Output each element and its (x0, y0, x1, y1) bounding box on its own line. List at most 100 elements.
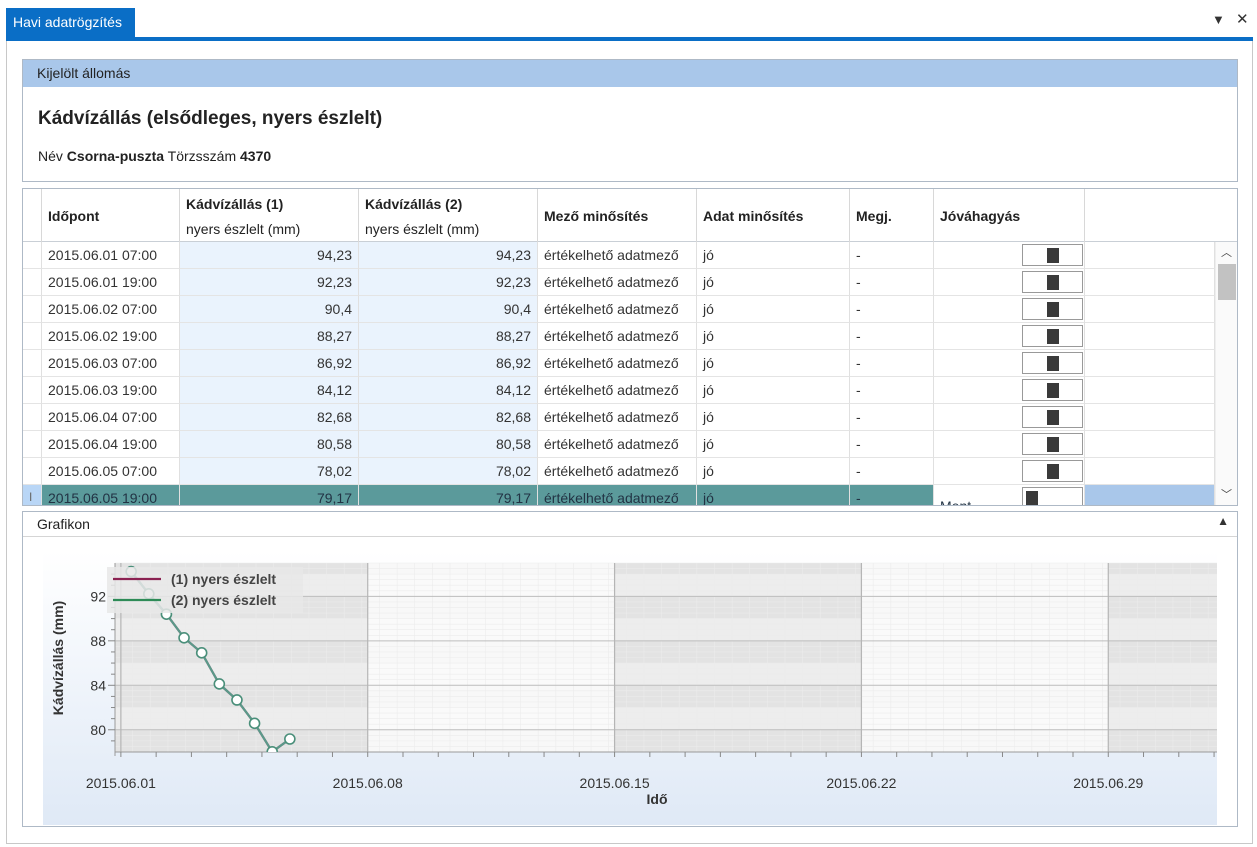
cell-time[interactable]: 2015.06.05 19:00 (42, 485, 180, 505)
cell-note[interactable]: - (850, 431, 934, 458)
cell-time[interactable]: 2015.06.01 07:00 (42, 242, 180, 269)
approve-toggle[interactable] (1022, 298, 1083, 320)
approve-toggle[interactable] (1022, 379, 1083, 401)
cell-k1[interactable]: 78,02 (180, 458, 359, 485)
approve-toggle[interactable] (1022, 433, 1083, 455)
cell-k1[interactable]: 79,17 (180, 485, 359, 505)
cell-k1[interactable]: 90,4 (180, 296, 359, 323)
cell-k2[interactable]: 88,27 (359, 323, 538, 350)
cell-time[interactable]: 2015.06.03 19:00 (42, 377, 180, 404)
cell-approve[interactable] (934, 323, 1085, 350)
scroll-thumb[interactable] (1218, 264, 1236, 300)
table-row[interactable]: 2015.06.01 19:00 92,23 92,23 értékelhető ad… (23, 269, 1215, 296)
cell-k2[interactable]: 92,23 (359, 269, 538, 296)
cell-data-quality[interactable]: jó (697, 323, 850, 350)
cell-field-quality[interactable]: értékelhető adatmező (538, 242, 697, 269)
table-row[interactable]: 2015.06.03 19:00 84,12 84,12 értékelhető ad… (23, 377, 1215, 404)
cell-approve[interactable] (934, 242, 1085, 269)
cell-k1[interactable]: 92,23 (180, 269, 359, 296)
cell-field-quality[interactable]: értékelhető adatmező (538, 323, 697, 350)
triangle-up-icon[interactable]: ▲ (1217, 514, 1229, 528)
cell-approve[interactable] (934, 404, 1085, 431)
column-header-time[interactable]: Időpont (42, 189, 180, 242)
approve-toggle[interactable] (1022, 244, 1083, 266)
cell-k1[interactable]: 94,23 (180, 242, 359, 269)
cell-data-quality[interactable]: jó (697, 350, 850, 377)
cell-k1[interactable]: 86,92 (180, 350, 359, 377)
column-header-k1[interactable]: Kádvízállás (1) nyers észlelt (mm) (180, 189, 359, 242)
column-header-data-quality[interactable]: Adat minősítés (697, 189, 850, 242)
table-row[interactable]: 2015.06.01 07:00 94,23 94,23 értékelhető ad… (23, 242, 1215, 269)
cell-data-quality[interactable]: jó (697, 296, 850, 323)
scroll-down-icon[interactable]: ﹀ (1221, 486, 1232, 502)
approve-toggle[interactable] (1022, 487, 1083, 505)
table-row[interactable]: 2015.06.02 19:00 88,27 88,27 értékelhető ad… (23, 323, 1215, 350)
column-header-note[interactable]: Megj. (850, 189, 934, 242)
cell-data-quality[interactable]: jó (697, 458, 850, 485)
cell-k2[interactable]: 94,23 (359, 242, 538, 269)
cell-time[interactable]: 2015.06.05 07:00 (42, 458, 180, 485)
cell-note[interactable]: - (850, 377, 934, 404)
approve-toggle[interactable] (1022, 352, 1083, 374)
close-icon[interactable]: ✕ (1236, 10, 1249, 28)
cell-approve[interactable] (934, 431, 1085, 458)
cell-k2[interactable]: 80,58 (359, 431, 538, 458)
cell-approve[interactable] (934, 377, 1085, 404)
column-header-approve[interactable]: Jóváhagyás (934, 189, 1085, 242)
cell-time[interactable]: 2015.06.01 19:00 (42, 269, 180, 296)
scroll-up-icon[interactable]: ︿ (1221, 244, 1232, 260)
cell-approve[interactable] (934, 458, 1085, 485)
cell-field-quality[interactable]: értékelhető adatmező (538, 296, 697, 323)
cell-data-quality[interactable]: jó (697, 242, 850, 269)
table-row[interactable]: 2015.06.04 07:00 82,68 82,68 értékelhető ad… (23, 404, 1215, 431)
cell-approve[interactable]: Ment (934, 485, 1085, 505)
cell-k1[interactable]: 84,12 (180, 377, 359, 404)
cell-approve[interactable] (934, 269, 1085, 296)
cell-time[interactable]: 2015.06.02 07:00 (42, 296, 180, 323)
table-row[interactable]: 2015.06.04 19:00 80,58 80,58 értékelhető ad… (23, 431, 1215, 458)
approve-toggle[interactable] (1022, 325, 1083, 347)
grid-vertical-scrollbar[interactable]: ︿ ﹀ (1215, 242, 1237, 505)
cell-time[interactable]: 2015.06.04 19:00 (42, 431, 180, 458)
cell-note[interactable]: - (850, 269, 934, 296)
cell-note[interactable]: - (850, 323, 934, 350)
cell-note[interactable]: - (850, 485, 934, 505)
cell-field-quality[interactable]: értékelhető adatmező (538, 404, 697, 431)
column-header-field-quality[interactable]: Mező minősítés (538, 189, 697, 242)
cell-k2[interactable]: 90,4 (359, 296, 538, 323)
approve-toggle[interactable] (1022, 460, 1083, 482)
column-header-k2[interactable]: Kádvízállás (2) nyers észlelt (mm) (359, 189, 538, 242)
cell-approve[interactable] (934, 296, 1085, 323)
cell-field-quality[interactable]: értékelhető adatmező (538, 269, 697, 296)
cell-k2[interactable]: 82,68 (359, 404, 538, 431)
table-row[interactable]: 2015.06.05 07:00 78,02 78,02 értékelhető ad… (23, 458, 1215, 485)
cell-note[interactable]: - (850, 404, 934, 431)
cell-note[interactable]: - (850, 296, 934, 323)
table-row[interactable]: 2015.06.02 07:00 90,4 90,4 értékelhető adat… (23, 296, 1215, 323)
cell-data-quality[interactable]: jó (697, 485, 850, 505)
cell-time[interactable]: 2015.06.04 07:00 (42, 404, 180, 431)
cell-data-quality[interactable]: jó (697, 269, 850, 296)
cell-data-quality[interactable]: jó (697, 431, 850, 458)
cell-k1[interactable]: 80,58 (180, 431, 359, 458)
cell-field-quality[interactable]: értékelhető adatmező (538, 458, 697, 485)
cell-field-quality[interactable]: értékelhető adatmező (538, 485, 697, 505)
cell-data-quality[interactable]: jó (697, 377, 850, 404)
table-row[interactable]: I 2015.06.05 19:00 79,17 79,17 értékelhető a… (23, 485, 1215, 505)
cell-data-quality[interactable]: jó (697, 404, 850, 431)
chart-panel-header[interactable]: Grafikon ▲ (23, 512, 1237, 537)
cell-field-quality[interactable]: értékelhető adatmező (538, 350, 697, 377)
cell-field-quality[interactable]: értékelhető adatmező (538, 431, 697, 458)
cell-k1[interactable]: 82,68 (180, 404, 359, 431)
tab-havi-adatrogzites[interactable]: Havi adatrögzítés (6, 8, 135, 37)
approve-toggle[interactable] (1022, 271, 1083, 293)
approve-toggle[interactable] (1022, 406, 1083, 428)
cell-note[interactable]: - (850, 350, 934, 377)
cell-k1[interactable]: 88,27 (180, 323, 359, 350)
triangle-down-icon[interactable]: ▼ (1212, 12, 1225, 27)
cell-k2[interactable]: 86,92 (359, 350, 538, 377)
cell-time[interactable]: 2015.06.02 19:00 (42, 323, 180, 350)
cell-k2[interactable]: 78,02 (359, 458, 538, 485)
cell-approve[interactable] (934, 350, 1085, 377)
cell-field-quality[interactable]: értékelhető adatmező (538, 377, 697, 404)
